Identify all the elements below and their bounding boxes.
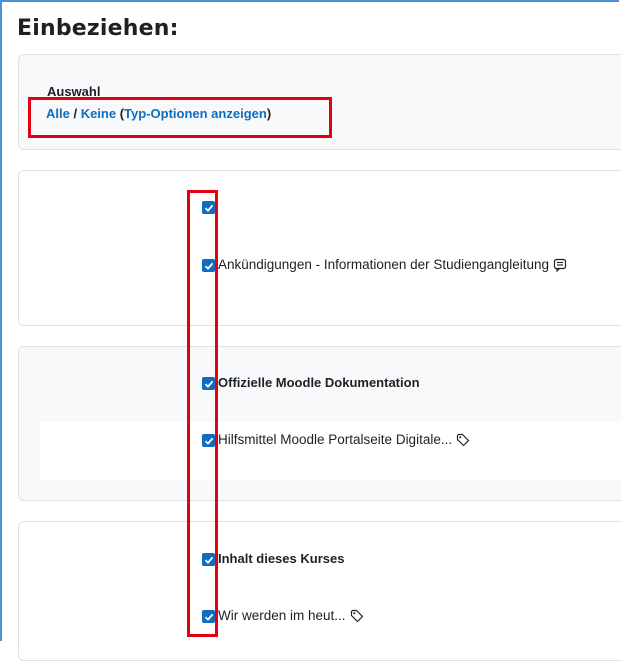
item-checkbox-wir-werden[interactable] bbox=[202, 610, 215, 623]
paren-close: ) bbox=[266, 106, 272, 121]
item-text-wir-werden: Wir werden im heut... bbox=[218, 608, 346, 623]
section-checkbox-course-content[interactable] bbox=[202, 553, 215, 566]
page-title: Einbeziehen: bbox=[17, 16, 179, 41]
section-checkbox-general[interactable] bbox=[202, 201, 215, 214]
show-type-options-link[interactable]: Typ-Optionen anzeigen bbox=[124, 106, 267, 121]
forum-icon bbox=[553, 258, 567, 272]
item-label-wir-werden: Wir werden im heut... bbox=[218, 608, 364, 623]
section-checkbox-moodle-doc[interactable] bbox=[202, 377, 215, 390]
selection-panel bbox=[18, 54, 621, 150]
item-text-hilfsmittel: Hilfsmittel Moodle Portalseite Digitale.… bbox=[218, 432, 453, 447]
item-label-announcements: Ankündigungen - Informationen der Studie… bbox=[218, 257, 567, 272]
section-label-course-content: Inhalt dieses Kurses bbox=[218, 551, 345, 566]
section-label-moodle-doc: Offizielle Moodle Dokumentation bbox=[218, 375, 420, 390]
paren-open: ( bbox=[116, 106, 125, 121]
item-row-background bbox=[40, 422, 621, 480]
section-panel-course-content bbox=[18, 521, 621, 661]
item-label-hilfsmittel: Hilfsmittel Moodle Portalseite Digitale.… bbox=[218, 432, 470, 447]
item-checkbox-announcements[interactable] bbox=[202, 259, 215, 272]
select-all-link[interactable]: Alle bbox=[46, 106, 70, 121]
tag-icon bbox=[456, 433, 470, 446]
item-text-announcements: Ankündigungen - Informationen der Studie… bbox=[218, 257, 549, 272]
section-panel-general bbox=[18, 170, 621, 326]
item-checkbox-hilfsmittel[interactable] bbox=[202, 434, 215, 447]
select-none-link[interactable]: Keine bbox=[81, 106, 116, 121]
tag-icon bbox=[350, 609, 363, 622]
separator-text: / bbox=[69, 106, 81, 121]
selection-links: Alle / Keine (Typ-Optionen anzeigen) bbox=[46, 106, 271, 121]
selection-heading: Auswahl bbox=[47, 84, 101, 99]
